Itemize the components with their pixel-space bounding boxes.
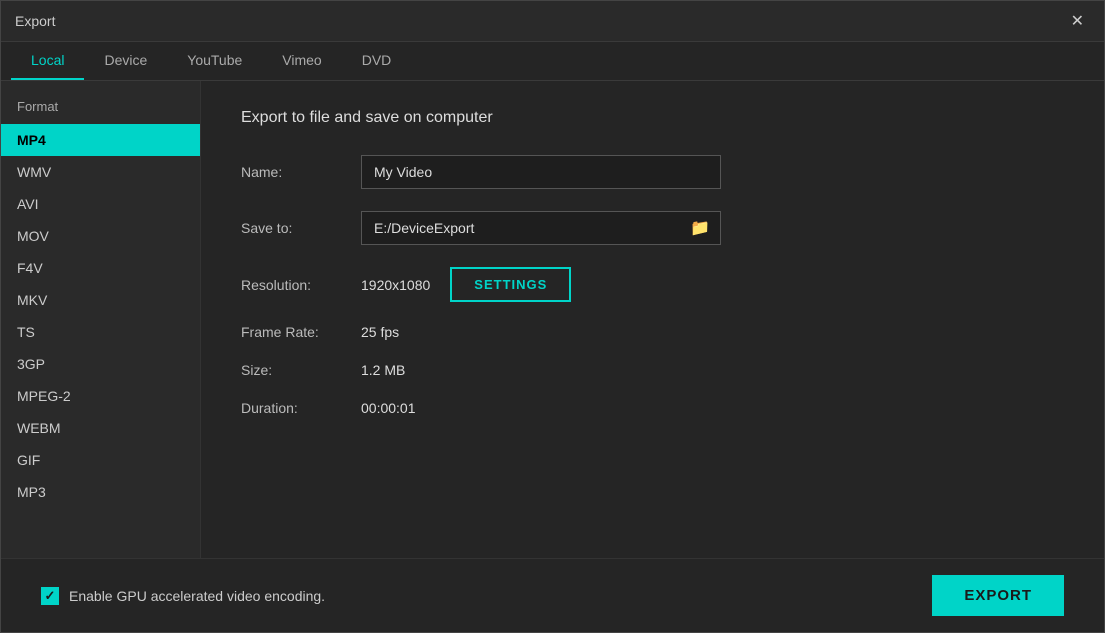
name-row: Name: (241, 155, 1064, 189)
sidebar-item-mp3[interactable]: MP3 (1, 476, 200, 508)
frame-rate-row: Frame Rate: 25 fps (241, 324, 1064, 340)
bottom-bar: ✓ Enable GPU accelerated video encoding.… (1, 558, 1104, 632)
checkmark-icon: ✓ (45, 588, 56, 604)
sidebar-item-mp4[interactable]: MP4 (1, 124, 200, 156)
format-label: Format (1, 95, 200, 124)
sidebar-item-webm[interactable]: WEBM (1, 412, 200, 444)
tab-dvd[interactable]: DVD (342, 42, 412, 80)
size-row: Size: 1.2 MB (241, 362, 1064, 378)
resolution-label: Resolution: (241, 277, 361, 293)
folder-icon: 📁 (690, 220, 710, 237)
resolution-row: Resolution: 1920x1080 SETTINGS (241, 267, 1064, 302)
name-label: Name: (241, 164, 361, 180)
size-label: Size: (241, 362, 361, 378)
tab-local[interactable]: Local (11, 42, 84, 80)
export-button[interactable]: EXPORT (932, 575, 1064, 616)
tab-device[interactable]: Device (84, 42, 167, 80)
sidebar-item-gif[interactable]: GIF (1, 444, 200, 476)
section-title: Export to file and save on computer (241, 109, 1064, 127)
sidebar-item-3gp[interactable]: 3GP (1, 348, 200, 380)
sidebar-item-wmv[interactable]: WMV (1, 156, 200, 188)
close-button[interactable]: ✕ (1065, 9, 1090, 33)
sidebar-item-f4v[interactable]: F4V (1, 252, 200, 284)
browse-folder-button[interactable]: 📁 (680, 212, 720, 244)
content-area: Format MP4 WMV AVI MOV F4V MKV TS 3GP MP… (1, 81, 1104, 558)
window-title: Export (15, 13, 55, 29)
duration-value: 00:00:01 (361, 400, 416, 416)
gpu-label: Enable GPU accelerated video encoding. (69, 588, 325, 604)
gpu-checkbox[interactable]: ✓ (41, 587, 59, 605)
duration-label: Duration: (241, 400, 361, 416)
sidebar: Format MP4 WMV AVI MOV F4V MKV TS 3GP MP… (1, 81, 201, 558)
sidebar-item-mov[interactable]: MOV (1, 220, 200, 252)
resolution-value: 1920x1080 (361, 277, 430, 293)
frame-rate-value: 25 fps (361, 324, 399, 340)
frame-rate-label: Frame Rate: (241, 324, 361, 340)
tab-vimeo[interactable]: Vimeo (262, 42, 341, 80)
title-bar: Export ✕ (1, 1, 1104, 42)
size-value: 1.2 MB (361, 362, 405, 378)
save-to-wrapper: 📁 (361, 211, 721, 245)
sidebar-item-mkv[interactable]: MKV (1, 284, 200, 316)
main-panel: Export to file and save on computer Name… (201, 81, 1104, 558)
duration-row: Duration: 00:00:01 (241, 400, 1064, 416)
sidebar-item-ts[interactable]: TS (1, 316, 200, 348)
export-window: Export ✕ Local Device YouTube Vimeo DVD … (0, 0, 1105, 633)
tab-youtube[interactable]: YouTube (167, 42, 262, 80)
tabs-bar: Local Device YouTube Vimeo DVD (1, 42, 1104, 81)
save-to-label: Save to: (241, 220, 361, 236)
sidebar-item-avi[interactable]: AVI (1, 188, 200, 220)
gpu-checkbox-area: ✓ Enable GPU accelerated video encoding. (41, 587, 325, 605)
name-input[interactable] (361, 155, 721, 189)
settings-button[interactable]: SETTINGS (450, 267, 571, 302)
save-to-input[interactable] (362, 212, 680, 244)
sidebar-item-mpeg2[interactable]: MPEG-2 (1, 380, 200, 412)
save-to-row: Save to: 📁 (241, 211, 1064, 245)
